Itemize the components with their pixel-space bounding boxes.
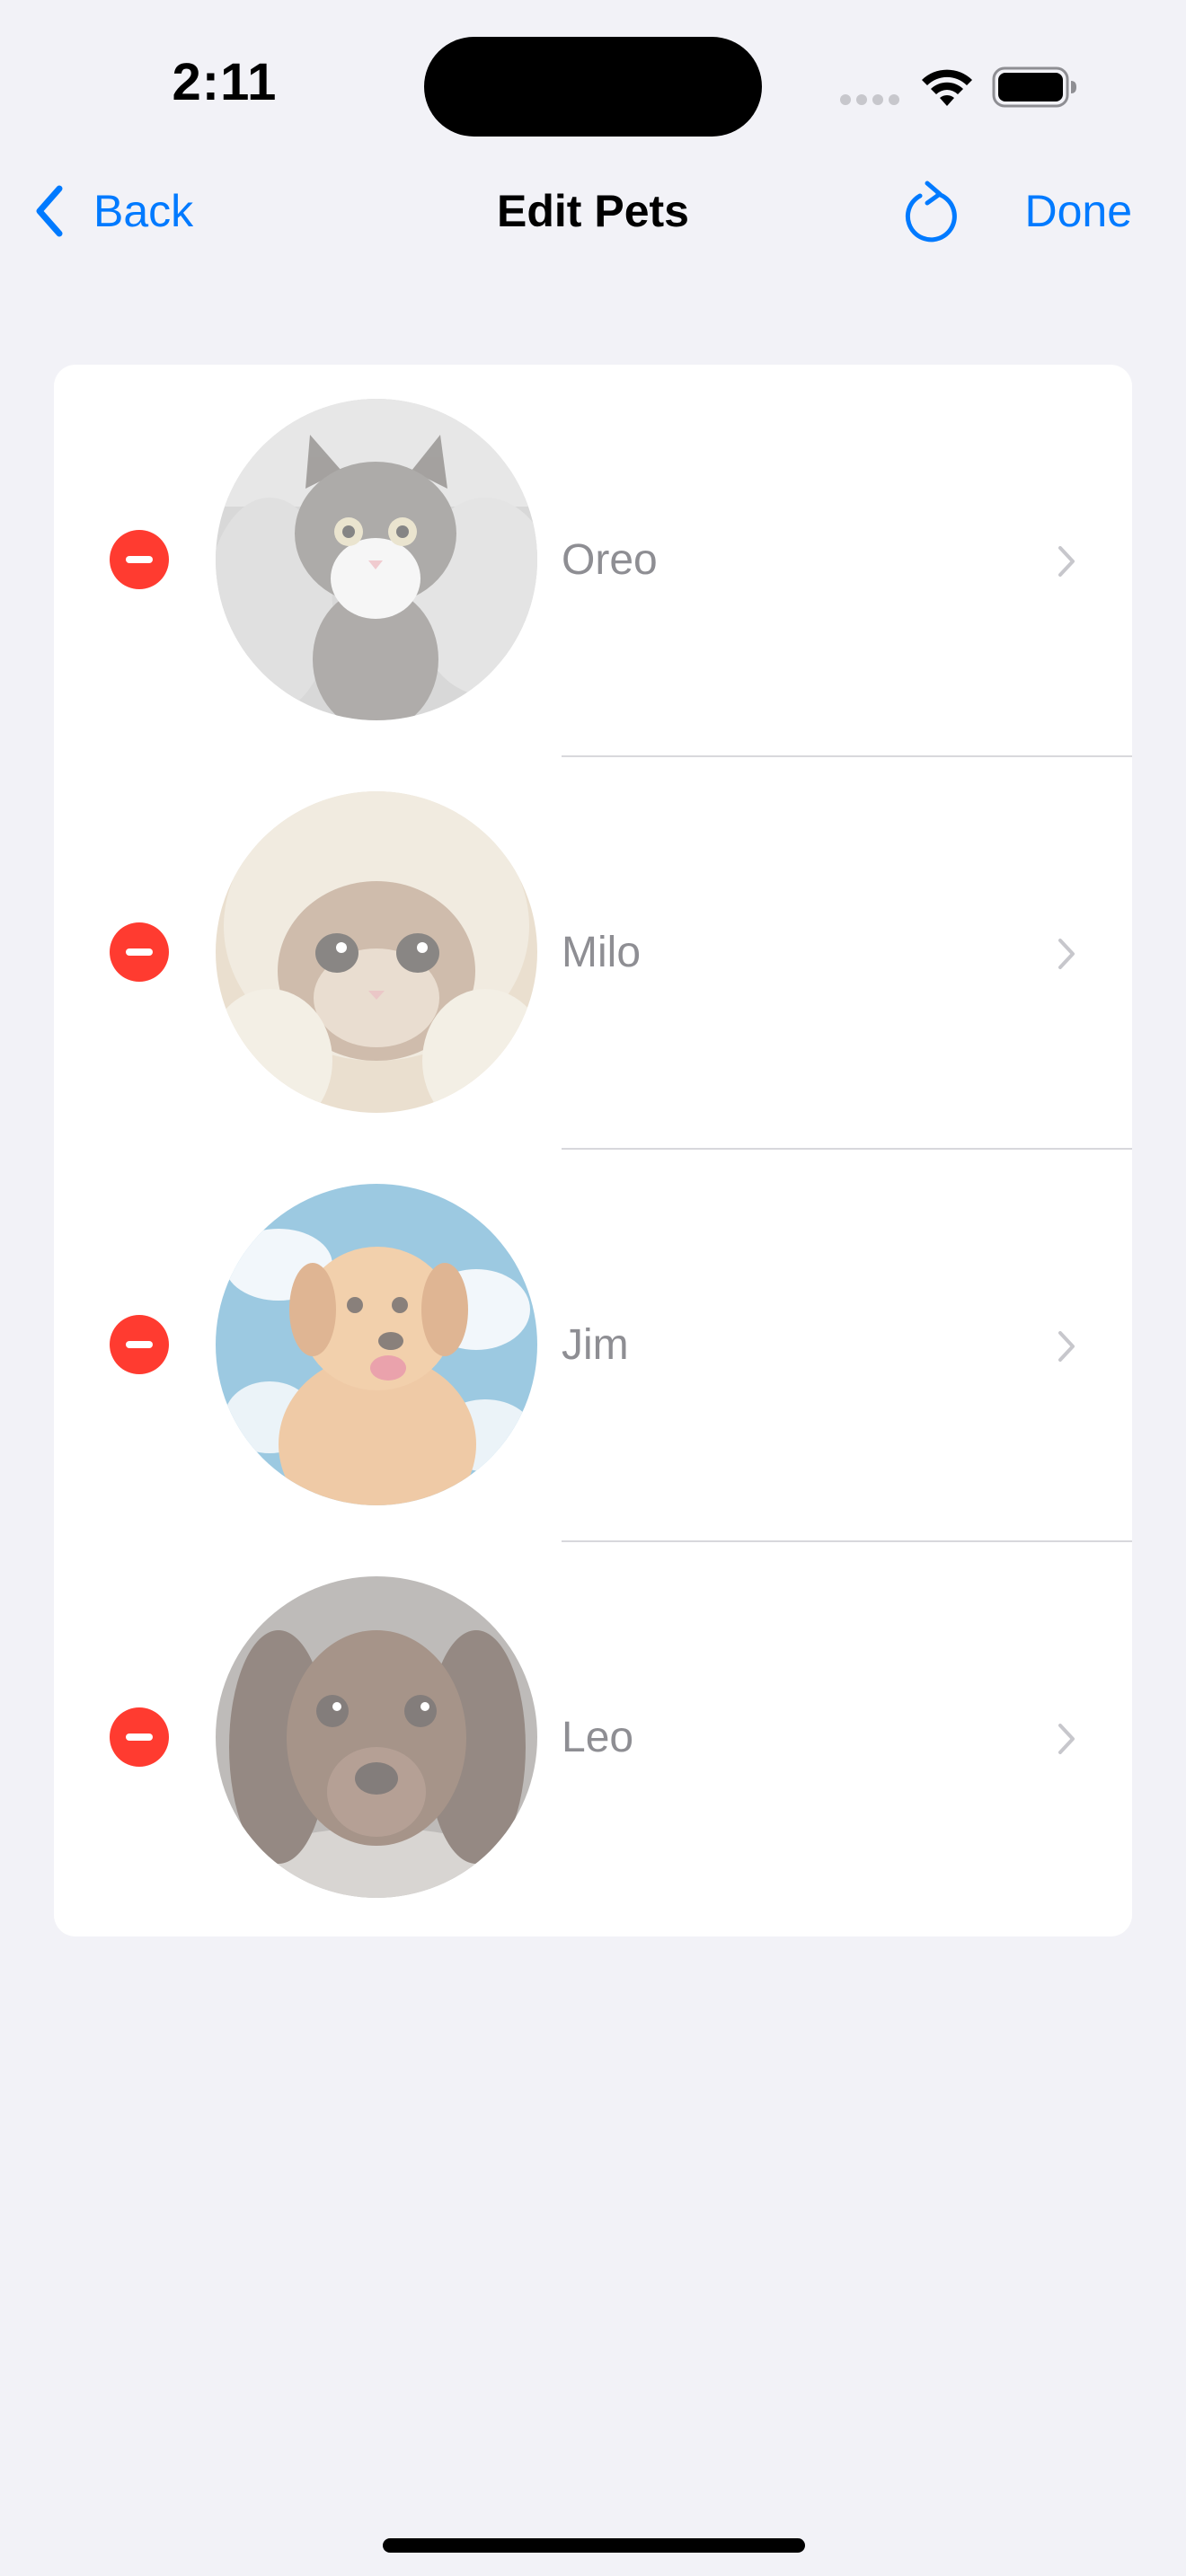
pet-row-milo[interactable]: Milo [54, 757, 1132, 1150]
back-button-label: Back [93, 186, 194, 236]
pet-photo-jim [216, 1184, 537, 1505]
pet-name: Oreo [562, 536, 658, 584]
chevron-left-icon [36, 185, 63, 237]
pet-row-leo[interactable]: Leo [54, 1542, 1132, 1935]
navigation-bar: Back Edit Pets Done [0, 162, 1186, 260]
pet-name: Milo [562, 929, 642, 976]
delete-icon[interactable] [110, 1315, 169, 1374]
back-button[interactable]: Back [32, 178, 193, 244]
status-bar: 2:11 [0, 0, 1186, 162]
refresh-icon[interactable] [897, 180, 958, 246]
delete-icon[interactable] [110, 530, 169, 589]
home-indicator[interactable] [383, 2538, 805, 2553]
dynamic-island [424, 37, 762, 137]
pet-name: Leo [562, 1714, 634, 1761]
pet-row-jim[interactable]: Jim [54, 1150, 1132, 1542]
pet-photo-leo [216, 1576, 537, 1898]
pet-photo-oreo [216, 399, 537, 720]
status-time: 2:11 [172, 53, 278, 111]
delete-icon[interactable] [110, 922, 169, 982]
cellular-signal-icon [840, 94, 899, 105]
pet-name: Jim [562, 1321, 629, 1369]
chevron-right-icon [1058, 1724, 1075, 1754]
chevron-right-icon [1058, 939, 1075, 969]
chevron-right-icon [1058, 1331, 1075, 1362]
pet-list: Oreo Milo Jim Leo [54, 365, 1132, 1936]
battery-icon [992, 66, 1076, 108]
delete-icon[interactable] [110, 1707, 169, 1767]
page-title: Edit Pets [497, 186, 689, 236]
done-button[interactable]: Done [1024, 185, 1132, 237]
chevron-right-icon [1058, 546, 1075, 577]
wifi-icon [922, 69, 972, 106]
pet-row-oreo[interactable]: Oreo [54, 365, 1132, 757]
pet-photo-milo [216, 791, 537, 1113]
